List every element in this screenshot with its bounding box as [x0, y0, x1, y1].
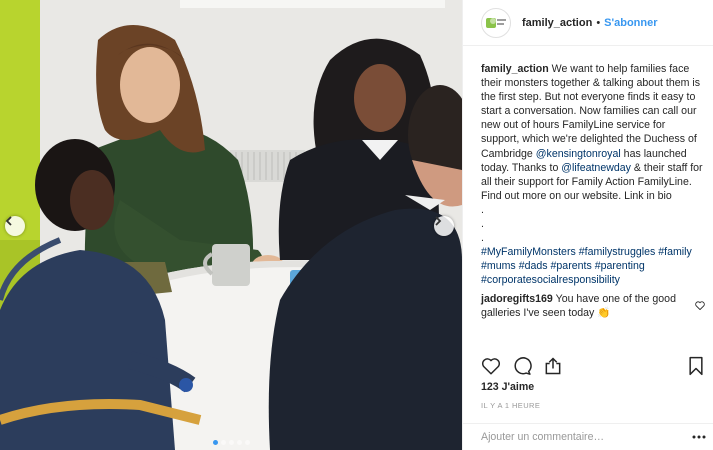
post-author[interactable]: family_action [522, 17, 592, 29]
comment-button[interactable] [512, 356, 532, 376]
comment-like-icon[interactable] [695, 300, 705, 310]
comment-input[interactable] [481, 431, 692, 443]
caption-dots: . . . [481, 203, 484, 245]
more-options-icon [692, 435, 706, 439]
post-sidebar: family_action • S'abonner family_action … [462, 0, 713, 450]
hashtag[interactable]: #familystruggles [579, 246, 656, 258]
caption-text-1: We want to help families face their mons… [481, 63, 701, 160]
hashtag[interactable]: #dads [519, 260, 548, 272]
hashtag[interactable]: #corporatesocialresponsibility [481, 274, 620, 286]
carousel-dot [244, 440, 250, 445]
family-action-logo [486, 17, 506, 28]
separator-dot: • [596, 16, 601, 29]
carousel-dot [228, 440, 234, 445]
hashtag[interactable]: #parents [551, 260, 592, 272]
more-options-button[interactable] [692, 435, 706, 439]
chevron-right-icon [435, 216, 442, 226]
comment-bubble-icon [514, 357, 532, 375]
hashtag-list: #MyFamilyMonsters #familystruggles #fami… [481, 245, 705, 287]
hashtag[interactable]: #mums [481, 260, 516, 272]
carousel-dot [236, 440, 242, 445]
comment-author[interactable]: jadoregifts169 [481, 293, 553, 305]
post-timestamp: IL Y A 1 HEURE [481, 401, 541, 410]
comment: jadoregifts169 You have one of the good … [481, 292, 705, 320]
avatar[interactable] [481, 7, 511, 38]
mention-kensingtonroyal[interactable]: @kensingtonroyal [536, 148, 621, 160]
carousel-next-button[interactable] [434, 216, 454, 236]
bookmark-icon[interactable] [687, 356, 705, 376]
comment-bar [463, 423, 713, 450]
like-button[interactable] [481, 357, 501, 375]
carousel-dot [220, 440, 226, 445]
likes-count[interactable]: 123 J'aime [481, 381, 534, 393]
follow-button[interactable]: S'abonner [604, 17, 657, 29]
heart-icon [481, 358, 501, 375]
carousel-dot [212, 440, 218, 445]
post-photo [0, 0, 462, 450]
comments-section: family_action We want to help families f… [481, 62, 705, 320]
share-icon [545, 357, 561, 375]
carousel-indicator [0, 440, 462, 445]
hashtag[interactable]: #parenting [595, 260, 645, 272]
share-button[interactable] [543, 356, 563, 376]
hashtag[interactable]: #family [658, 246, 692, 258]
post-actions [481, 356, 574, 376]
hashtag[interactable]: #MyFamilyMonsters [481, 246, 576, 258]
caption-author[interactable]: family_action [481, 63, 549, 75]
chevron-left-icon [5, 216, 12, 226]
post-header: family_action • S'abonner [463, 0, 713, 46]
mention-lifeatnewday[interactable]: @lifeatnewday [561, 162, 631, 174]
carousel-prev-button[interactable] [5, 216, 25, 236]
post-caption: family_action We want to help families f… [481, 62, 705, 288]
photo-scene [0, 0, 462, 450]
